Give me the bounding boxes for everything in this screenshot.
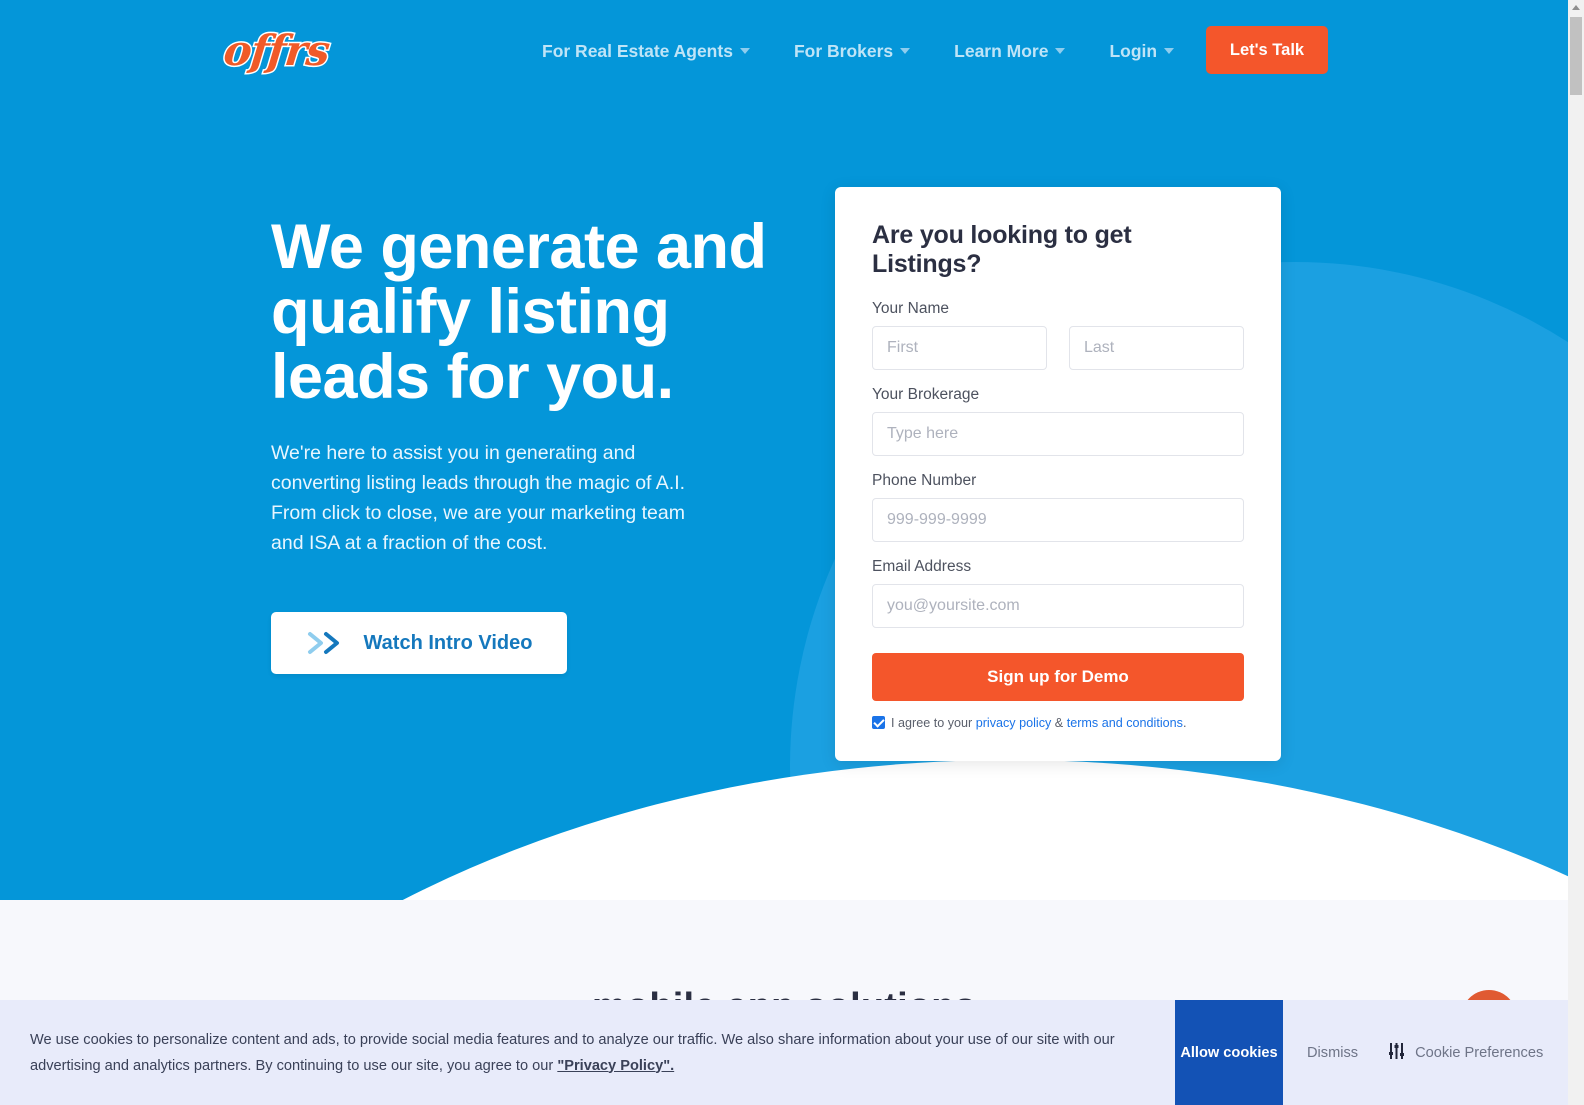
email-field-group: Email Address bbox=[872, 558, 1244, 628]
phone-label: Phone Number bbox=[872, 472, 977, 489]
cookie-consent-banner: We use cookies to personalize content an… bbox=[0, 1000, 1568, 1105]
chevron-down-icon bbox=[1055, 48, 1066, 54]
cookie-preferences-label: Cookie Preferences bbox=[1415, 1044, 1544, 1061]
last-name-input[interactable] bbox=[1069, 326, 1244, 370]
primary-navigation: For Real Estate Agents For Brokers Learn… bbox=[520, 0, 1196, 102]
dismiss-cookies-button[interactable]: Dismiss bbox=[1307, 1045, 1358, 1061]
lead-capture-form: Are you looking to get Listings? Your Na… bbox=[835, 187, 1281, 761]
cookie-banner-text: We use cookies to personalize content an… bbox=[30, 1027, 1175, 1079]
signup-demo-button[interactable]: Sign up for Demo bbox=[872, 653, 1244, 701]
consent-checkbox[interactable] bbox=[872, 716, 885, 729]
first-name-input[interactable] bbox=[872, 326, 1047, 370]
brokerage-input[interactable] bbox=[872, 412, 1244, 456]
brokerage-label: Your Brokerage bbox=[872, 386, 980, 403]
chevron-down-icon bbox=[900, 48, 911, 54]
logo-text: offrs bbox=[219, 24, 332, 76]
phone-field-group: Phone Number bbox=[872, 472, 1244, 542]
nav-label: For Real Estate Agents bbox=[542, 40, 733, 61]
hero-title: We generate and qualify listing leads fo… bbox=[271, 212, 767, 412]
watch-intro-video-label: Watch Intro Video bbox=[363, 631, 533, 654]
consent-amp: & bbox=[1051, 716, 1067, 730]
name-field-group: Your Name bbox=[872, 300, 1244, 370]
page-viewport: mobile app solutions offrs For Real Esta… bbox=[0, 0, 1568, 1105]
nav-label: Login bbox=[1109, 40, 1158, 61]
hero-content: We generate and qualify listing leads fo… bbox=[271, 215, 791, 674]
lets-talk-button[interactable]: Let's Talk bbox=[1206, 26, 1328, 74]
consent-prefix: I agree to your bbox=[891, 716, 976, 730]
cookie-preferences-button[interactable]: Cookie Preferences bbox=[1388, 1042, 1543, 1064]
scroll-up-arrow-icon[interactable] bbox=[1568, 0, 1584, 14]
privacy-policy-link[interactable]: privacy policy bbox=[976, 716, 1052, 730]
phone-input[interactable] bbox=[872, 498, 1244, 542]
cookie-privacy-policy-link[interactable]: "Privacy Policy". bbox=[557, 1058, 674, 1074]
site-header: offrs For Real Estate Agents For Brokers… bbox=[0, 0, 1568, 102]
consent-suffix: . bbox=[1182, 716, 1187, 730]
name-label: Your Name bbox=[872, 300, 949, 317]
nav-item-for-real-estate-agents[interactable]: For Real Estate Agents bbox=[520, 41, 772, 62]
consent-row: I agree to your privacy policy & terms a… bbox=[872, 715, 1244, 731]
nav-label: Learn More bbox=[954, 40, 1049, 61]
nav-item-learn-more[interactable]: Learn More bbox=[932, 41, 1087, 62]
email-input[interactable] bbox=[872, 584, 1244, 628]
chevron-down-icon bbox=[1164, 48, 1175, 54]
email-label: Email Address bbox=[872, 558, 972, 575]
allow-cookies-button[interactable]: Allow cookies bbox=[1175, 1000, 1283, 1105]
consent-text: I agree to your privacy policy & terms a… bbox=[891, 715, 1186, 731]
offrs-logo[interactable]: offrs bbox=[219, 22, 332, 78]
double-chevron-right-icon bbox=[306, 630, 348, 656]
brokerage-field-group: Your Brokerage bbox=[872, 386, 1244, 456]
scrollbar-thumb[interactable] bbox=[1570, 17, 1582, 95]
form-title: Are you looking to get Listings? bbox=[872, 221, 1132, 278]
nav-item-for-brokers[interactable]: For Brokers bbox=[772, 41, 932, 62]
hero-subtitle: We're here to assist you in generating a… bbox=[271, 442, 686, 554]
nav-label: For Brokers bbox=[793, 40, 894, 61]
watch-intro-video-button[interactable]: Watch Intro Video bbox=[271, 612, 567, 674]
chevron-down-icon bbox=[739, 48, 750, 54]
nav-item-login[interactable]: Login bbox=[1087, 41, 1196, 62]
sliders-icon bbox=[1388, 1042, 1405, 1064]
browser-scrollbar[interactable] bbox=[1568, 0, 1584, 1105]
terms-conditions-link[interactable]: terms and conditions bbox=[1067, 716, 1183, 730]
